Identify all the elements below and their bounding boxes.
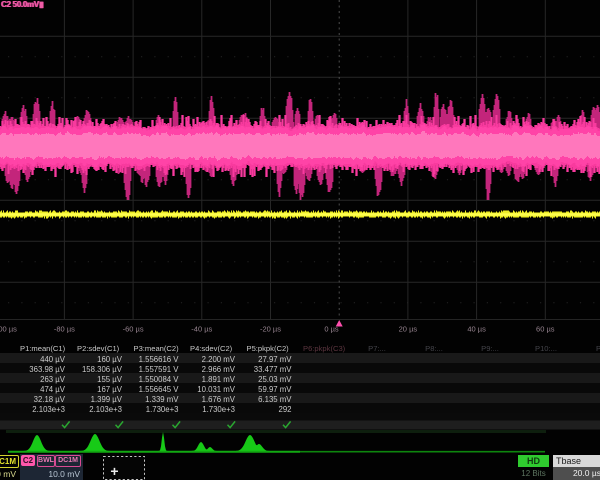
svg-text:32.18 µV: 32.18 µV: [34, 395, 66, 404]
svg-text:20 µs: 20 µs: [399, 324, 418, 333]
svg-text:P2:sdev(C1): P2:sdev(C1): [77, 344, 120, 353]
svg-text:263 µV: 263 µV: [40, 375, 66, 384]
svg-text:-80 µs: -80 µs: [54, 324, 75, 333]
svg-text:1.730e+3: 1.730e+3: [146, 405, 179, 414]
svg-text:158.306 µV: 158.306 µV: [82, 365, 123, 374]
svg-text:2.103e+3: 2.103e+3: [32, 405, 65, 414]
svg-text:10.031 mV: 10.031 mV: [197, 385, 236, 394]
svg-text:1.730e+3: 1.730e+3: [202, 405, 235, 414]
svg-text:40 µs: 40 µs: [467, 324, 486, 333]
svg-text:59.97 mV: 59.97 mV: [258, 385, 292, 394]
svg-text:1.556645 V: 1.556645 V: [139, 385, 180, 394]
svg-text:1.891 mV: 1.891 mV: [202, 375, 236, 384]
svg-text:-100 µs: -100 µs: [0, 324, 17, 333]
svg-text:1.676 mV: 1.676 mV: [202, 395, 236, 404]
svg-text:474 µV: 474 µV: [40, 385, 66, 394]
svg-text:33.477 mV: 33.477 mV: [254, 365, 293, 374]
svg-text:1.557591 V: 1.557591 V: [139, 365, 180, 374]
svg-text:155 µV: 155 µV: [97, 375, 123, 384]
svg-text:363.98 µV: 363.98 µV: [29, 365, 66, 374]
svg-text:P7:...: P7:...: [368, 344, 386, 353]
svg-text:P1: P1: [596, 344, 600, 353]
svg-text:1.399 µV: 1.399 µV: [91, 395, 123, 404]
svg-text:P10:...: P10:...: [535, 344, 557, 353]
svg-text:6.135 mV: 6.135 mV: [258, 395, 292, 404]
svg-text:160 µV: 160 µV: [97, 355, 123, 364]
svg-text:P4:sdev(C2): P4:sdev(C2): [190, 344, 233, 353]
svg-text:P3:mean(C2): P3:mean(C2): [134, 344, 180, 353]
svg-text:27.97 mV: 27.97 mV: [258, 355, 292, 364]
svg-text:60 µs: 60 µs: [536, 324, 555, 333]
svg-text:25.03 mV: 25.03 mV: [258, 375, 292, 384]
svg-text:2.103e+3: 2.103e+3: [89, 405, 122, 414]
svg-text:-60 µs: -60 µs: [123, 324, 144, 333]
svg-text:1.339 mV: 1.339 mV: [145, 395, 179, 404]
svg-text:P9:...: P9:...: [481, 344, 499, 353]
svg-text:167 µV: 167 µV: [97, 385, 123, 394]
svg-text:P5:pkpk(C2): P5:pkpk(C2): [247, 344, 290, 353]
svg-text:2.200 mV: 2.200 mV: [202, 355, 236, 364]
svg-text:292: 292: [278, 405, 291, 414]
svg-text:440 µV: 440 µV: [40, 355, 66, 364]
svg-text:1.550084 V: 1.550084 V: [139, 375, 180, 384]
svg-text:1.556616 V: 1.556616 V: [139, 355, 180, 364]
svg-text:P8:...: P8:...: [425, 344, 443, 353]
svg-text:-20 µs: -20 µs: [260, 324, 281, 333]
svg-text:-40 µs: -40 µs: [191, 324, 212, 333]
svg-text:P6:pkpk(C3): P6:pkpk(C3): [303, 344, 346, 353]
svg-text:P1:mean(C1): P1:mean(C1): [20, 344, 66, 353]
svg-text:2.966 mV: 2.966 mV: [202, 365, 236, 374]
